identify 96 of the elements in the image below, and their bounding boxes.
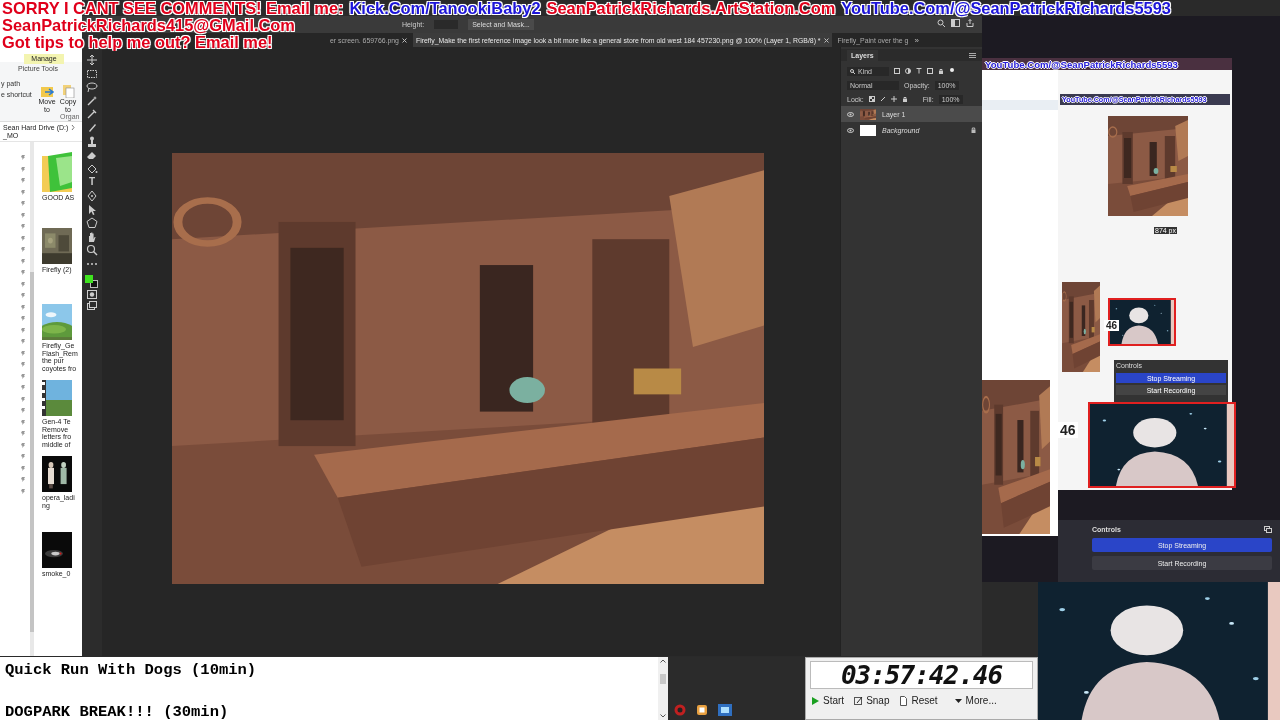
pin-icon	[21, 280, 26, 287]
pin-icon	[21, 165, 26, 172]
stopwatch-button[interactable]: Snap	[851, 695, 893, 706]
play-icon	[811, 695, 820, 706]
pin-icon	[21, 372, 26, 379]
eye-icon[interactable]	[847, 127, 854, 133]
pentagon-icon[interactable]	[86, 217, 98, 230]
scroll-down-icon[interactable]	[660, 714, 666, 718]
window-app-icon[interactable]	[718, 704, 732, 716]
stamp-icon[interactable]	[86, 135, 98, 148]
banner-text: YouTube.Com/@SeanPatrickRichards5593	[985, 58, 1178, 70]
move-icon[interactable]	[890, 96, 897, 102]
pin-icon	[21, 361, 26, 367]
pin-icon	[21, 326, 26, 333]
brush-icon[interactable]	[879, 96, 886, 102]
pencil-icon	[854, 695, 864, 706]
eye-icon[interactable]	[847, 111, 854, 117]
overlay-text: SeanPatrickRichards.ArtStation.Com	[546, 0, 836, 17]
diamond-icon[interactable]	[86, 162, 98, 175]
pin-icon	[21, 441, 26, 448]
blank-thumbnail-icon	[860, 124, 876, 136]
copy-icon	[61, 84, 75, 98]
background-color-swatch[interactable]	[90, 279, 98, 288]
pin-icon	[21, 464, 26, 471]
page-icon	[899, 695, 909, 706]
lock-icon[interactable]	[901, 96, 908, 102]
overlay-text: Kick.Com/TanookiBaby2	[349, 0, 541, 17]
share-icon[interactable]	[966, 19, 974, 27]
toggle-icon[interactable]	[949, 68, 955, 74]
marquee-icon[interactable]	[86, 67, 98, 80]
pin-icon	[21, 395, 26, 402]
stopwatch-button[interactable]: Start	[808, 695, 848, 706]
note-line: DOGPARK BREAK!!! (30min)	[5, 702, 229, 720]
pin-icon	[21, 430, 26, 436]
stopwatch-button[interactable]: More...	[950, 695, 1000, 706]
foreground-color-swatch[interactable]	[85, 274, 93, 283]
pin-icon	[21, 338, 26, 344]
pin-icon	[21, 257, 26, 264]
t-bar-icon[interactable]	[916, 68, 922, 74]
pin-icon	[21, 303, 26, 310]
close-icon[interactable]	[823, 37, 829, 43]
note-line: Quick Run With Dogs (10min)	[5, 660, 257, 681]
record-app-icon[interactable]	[674, 704, 686, 716]
eraser-icon[interactable]	[86, 149, 98, 162]
lock-icon[interactable]	[938, 68, 944, 74]
pin-icon	[21, 487, 26, 494]
screen-mode-icon[interactable]	[87, 300, 97, 310]
pin-icon	[21, 476, 26, 482]
pin-icon	[21, 154, 26, 160]
counter-text: 46	[1058, 422, 1078, 438]
scrollbar-thumb[interactable]	[660, 673, 666, 684]
chevron-icon	[71, 125, 76, 130]
pin-icon	[21, 315, 26, 321]
pin-icon	[21, 453, 26, 459]
text-tool[interactable]: T	[88, 176, 96, 189]
pin-icon	[21, 211, 26, 218]
pin-icon	[21, 349, 26, 356]
pin-icon	[21, 246, 26, 252]
lock-icon	[971, 127, 976, 133]
search-icon[interactable]	[937, 19, 945, 27]
pin-icon	[21, 292, 26, 298]
pin-icon	[21, 407, 26, 413]
zoom-icon[interactable]	[86, 244, 98, 257]
pin-icon	[21, 234, 26, 241]
counter-text: 46	[1104, 320, 1120, 331]
eyedropper-icon[interactable]	[86, 108, 98, 121]
brush-icon[interactable]	[86, 121, 98, 134]
pin-icon	[21, 200, 26, 206]
hand-icon[interactable]	[86, 230, 98, 243]
lasso-icon[interactable]	[86, 81, 98, 94]
pin-icon	[21, 269, 26, 275]
video-thumbnail-icon	[42, 380, 72, 416]
pin-icon	[21, 223, 26, 229]
overlay-text: YouTube.Com/@SeanPatrickRichards5593	[841, 0, 1171, 17]
scroll-up-icon[interactable]	[660, 659, 666, 663]
pin-icon	[21, 418, 26, 425]
panel-icon[interactable]	[951, 19, 960, 27]
stopwatch-time: 03:57:42.46	[810, 661, 1033, 689]
pin-icon	[21, 177, 26, 183]
pin-icon	[21, 384, 26, 390]
quick-mask-icon[interactable]	[87, 290, 97, 300]
move-icon[interactable]	[86, 54, 98, 66]
stopwatch-button[interactable]: Reset	[896, 695, 941, 706]
more-tabs-button[interactable]: »	[914, 33, 919, 47]
pin-icon	[21, 188, 26, 195]
close-icon[interactable]	[401, 37, 407, 43]
wand-icon[interactable]	[86, 94, 98, 107]
lock-pixels-icon[interactable]	[868, 96, 875, 102]
pointer-icon[interactable]	[86, 203, 98, 216]
search-icon	[850, 68, 855, 74]
pen-icon[interactable]	[86, 189, 98, 202]
folder-icon	[42, 152, 72, 192]
square-app-icon[interactable]	[696, 704, 708, 716]
menu-icon[interactable]	[969, 52, 976, 58]
undock-icon[interactable]	[1264, 525, 1272, 533]
half-circle-icon[interactable]	[905, 68, 911, 74]
